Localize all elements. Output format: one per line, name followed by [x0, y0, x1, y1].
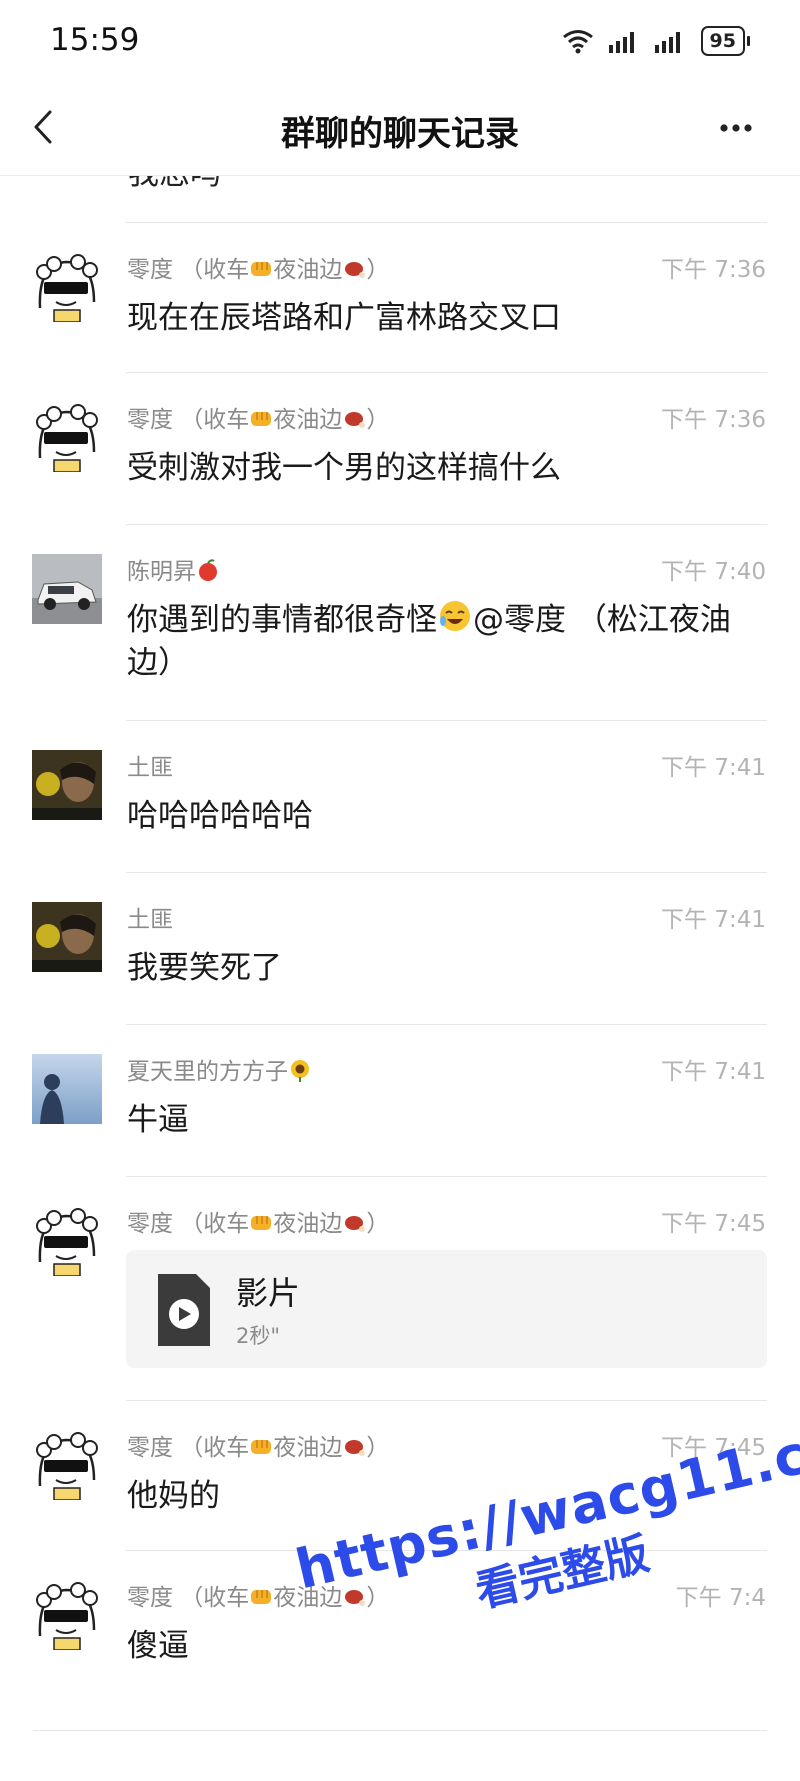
meat-emoji-icon: [345, 1440, 366, 1456]
page-title: 群聊的聊天记录: [281, 114, 519, 154]
sender-name-part: ）: [366, 1435, 390, 1461]
message-time: 下午 7:41: [661, 755, 766, 781]
fist-emoji-icon: [251, 1216, 272, 1230]
sheep-avatar-icon: [32, 1430, 102, 1500]
sender-name-part: 零度 （收车: [127, 257, 250, 283]
car-avatar-icon: [32, 554, 102, 624]
message-divider: [33, 1730, 767, 1731]
avatar[interactable]: [32, 750, 102, 820]
message-item[interactable]: 零度 （收车 夜油边 ） 下午 7:36 现在在辰塔路和广富林路交叉口: [0, 222, 800, 372]
sender-name-part: ）: [366, 1211, 390, 1237]
message-item[interactable]: 陈明昇 下午 7:40 你遇到的事情都很奇怪 @零度 （松江夜油边）: [0, 524, 800, 720]
video-file-icon: [158, 1274, 210, 1346]
message-text: 现在在辰塔路和广富林路交叉口: [127, 300, 561, 336]
message-item[interactable]: 土匪 下午 7:41 我要笑死了: [0, 872, 800, 1024]
avatar[interactable]: [32, 402, 102, 472]
message-text: 我要笑死了: [127, 950, 282, 986]
status-time: 15:59: [50, 22, 140, 58]
sender-name-part: 零度 （收车: [127, 1585, 250, 1611]
sender-name-part: 零度 （收车: [127, 1211, 250, 1237]
wifi-icon: [562, 30, 593, 54]
avatar[interactable]: [32, 252, 102, 322]
sender-name-part: 夏天里的方方子: [127, 1059, 288, 1085]
fist-emoji-icon: [251, 1440, 272, 1454]
sender-name: 零度 （收车 夜油边 ）: [127, 250, 389, 284]
signal-icon: [608, 32, 634, 53]
message-time: 下午 7:45: [661, 1211, 766, 1237]
message-time: 下午 7:40: [661, 559, 766, 585]
sender-name-part: 零度 （收车: [127, 407, 250, 433]
avatar[interactable]: [32, 554, 102, 624]
sheep-avatar-icon: [32, 1580, 102, 1650]
message-item[interactable]: 夏天里的方方子 下午 7:41 牛逼: [0, 1024, 800, 1176]
message-time: 下午 7:36: [661, 257, 766, 283]
fist-emoji-icon: [251, 262, 272, 276]
header-divider: [0, 175, 800, 176]
message-item[interactable]: 零度 （收车 夜油边 ） 下午 7:36 受刺激对我一个男的这样搞什么: [0, 372, 800, 524]
message-text: 傻逼: [127, 1628, 189, 1664]
avatar[interactable]: [32, 1430, 102, 1500]
message-item[interactable]: 土匪 下午 7:41 哈哈哈哈哈哈: [0, 720, 800, 872]
sender-name: 陈明昇: [127, 552, 220, 586]
sender-name-part: 零度 （收车: [127, 1435, 250, 1461]
sheep-avatar-icon: [32, 402, 102, 472]
sender-name: 土匪: [127, 755, 173, 781]
sender-name: 土匪: [127, 907, 173, 933]
message-item[interactable]: 零度 （收车 夜油边 ） 下午 7:45 影片 2秒": [0, 1176, 800, 1400]
meat-emoji-icon: [345, 412, 366, 428]
sender-name-part: 夜油边: [273, 257, 343, 283]
more-button[interactable]: [708, 110, 764, 146]
portrait-avatar-icon: [32, 750, 102, 820]
sender-name: 零度 （收车 夜油边 ）: [127, 1428, 389, 1462]
battery-level: 95: [700, 26, 745, 56]
avatar[interactable]: [32, 1054, 102, 1124]
sender-name-part: 夜油边: [273, 1211, 343, 1237]
sunflower-emoji-icon: [291, 1060, 309, 1082]
header: 群聊的聊天记录: [0, 80, 800, 176]
apple-emoji-icon: [199, 559, 217, 581]
file-name: 影片: [236, 1274, 301, 1312]
fist-emoji-icon: [251, 1590, 272, 1604]
sheep-avatar-icon: [32, 252, 102, 322]
sender-name-part: ）: [366, 257, 390, 283]
battery-indicator: 95: [700, 26, 750, 56]
message-time: 下午 7:4: [675, 1585, 766, 1611]
message-text: 哈哈哈哈哈哈: [127, 798, 313, 834]
chat-history-screen: 15:59 95 群聊的聊天记录 我忍吗 零度 （收车 夜油边 ） 下午 7:3…: [0, 0, 800, 1781]
message-text: 你遇到的事情都很奇怪 @零度 （松江夜油边）: [127, 599, 767, 685]
status-icons: 95: [561, 26, 750, 56]
message-time: 下午 7:41: [661, 1059, 766, 1085]
sender-name-part: 夜油边: [273, 1435, 343, 1461]
sender-name-part: 夜油边: [273, 407, 343, 433]
message-text-part: 你遇到的事情都很奇怪: [127, 602, 437, 638]
signal-icon-2: [654, 32, 680, 53]
sender-name-part: ）: [366, 407, 390, 433]
fist-emoji-icon: [251, 412, 272, 426]
meat-emoji-icon: [345, 1216, 366, 1232]
girl-avatar-icon: [32, 1054, 102, 1124]
battery-tip: [747, 36, 750, 46]
status-bar: 15:59 95: [0, 0, 800, 80]
more-dots-icon: [720, 124, 752, 132]
file-duration: 2秒": [236, 1324, 281, 1348]
message-text: 受刺激对我一个男的这样搞什么: [127, 450, 561, 486]
avatar[interactable]: [32, 902, 102, 972]
avatar[interactable]: [32, 1580, 102, 1650]
message-time: 下午 7:36: [661, 407, 766, 433]
sender-name: 零度 （收车 夜油边 ）: [127, 1204, 389, 1238]
video-file-card[interactable]: 影片 2秒": [126, 1250, 767, 1368]
avatar[interactable]: [32, 1206, 102, 1276]
meat-emoji-icon: [345, 262, 366, 278]
message-text: 牛逼: [127, 1102, 189, 1138]
sender-name-part: 陈明昇: [127, 559, 196, 585]
portrait-avatar-icon: [32, 902, 102, 972]
sender-name: 夏天里的方方子: [127, 1052, 312, 1086]
laugh-cry-emoji-icon: [440, 601, 470, 631]
message-time: 下午 7:41: [661, 907, 766, 933]
sender-name: 零度 （收车 夜油边 ）: [127, 400, 389, 434]
sheep-avatar-icon: [32, 1206, 102, 1276]
